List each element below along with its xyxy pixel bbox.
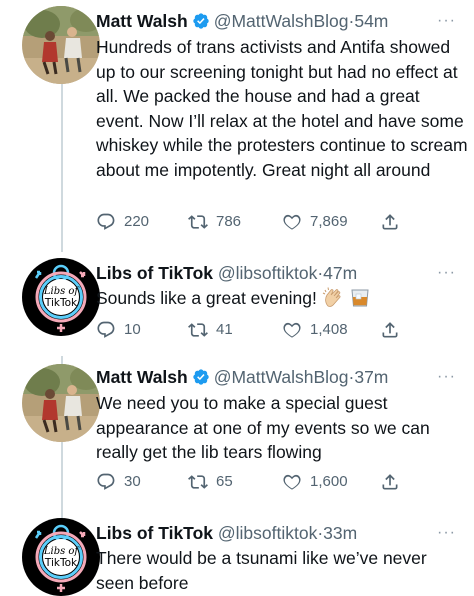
avatar-matt-walsh[interactable] <box>22 6 100 84</box>
timestamp[interactable]: 54m <box>354 11 388 31</box>
retweet-icon <box>188 323 208 337</box>
heart-icon <box>283 474 301 490</box>
author-name[interactable]: Matt Walsh <box>96 11 188 31</box>
avatar-logo-text: Libs of <box>43 286 81 297</box>
share-button[interactable] <box>380 318 400 342</box>
tweet-text: There would be a tsunami like we’ve neve… <box>96 548 427 593</box>
verified-badge-icon <box>193 369 209 385</box>
timestamp[interactable]: 37m <box>354 367 388 387</box>
tweet-header: Libs of TikTok @libsoftiktok·33m ··· <box>96 520 464 546</box>
tweet-actions: 30 65 1,600 <box>96 470 398 494</box>
tweet-actions: 220 786 7,869 <box>96 210 398 234</box>
like-button[interactable]: 7,869 <box>282 210 348 234</box>
more-options-icon[interactable]: ··· <box>437 520 456 546</box>
whiskey-glass-emoji <box>351 289 369 307</box>
reply-icon <box>97 321 115 338</box>
retweet-button[interactable]: 41 <box>188 318 233 342</box>
avatar-logo-text: Libs of <box>43 546 81 557</box>
retweet-button[interactable]: 786 <box>188 210 241 234</box>
author-handle[interactable]: @libsoftiktok <box>218 523 317 543</box>
tweet[interactable]: Libs of TikTok Libs of TikTok @libsoftik… <box>0 512 474 596</box>
tweet-actions: 10 41 1,408 <box>96 318 398 342</box>
retweet-icon <box>188 215 208 229</box>
tweet[interactable]: Matt Walsh @MattWalshBlog·54m ··· Hundred… <box>0 0 474 250</box>
matt-walsh-avatar-image <box>22 364 100 442</box>
avatar-logo-text: TikTok <box>44 557 78 569</box>
tweet-header: Libs of TikTok @libsoftiktok·47m ··· <box>96 260 464 286</box>
author-name[interactable]: Libs of TikTok <box>96 523 213 543</box>
retweet-button[interactable]: 65 <box>188 470 233 494</box>
like-button[interactable]: 1,600 <box>282 470 348 494</box>
more-options-icon[interactable]: ··· <box>437 364 456 390</box>
retweet-count: 786 <box>216 213 242 230</box>
reply-icon <box>97 213 115 230</box>
reply-icon <box>97 473 115 490</box>
more-options-icon[interactable]: ··· <box>437 260 456 286</box>
tweet-text-container: Sounds like a great evening! <box>96 286 468 311</box>
reply-count: 10 <box>124 321 141 338</box>
share-icon <box>382 214 398 230</box>
tweet-text: Hundreds of trans activists and Antifa s… <box>96 37 468 180</box>
timestamp[interactable]: 33m <box>323 523 357 543</box>
reply-count: 220 <box>124 213 150 230</box>
reply-count: 30 <box>124 473 141 490</box>
author-name[interactable]: Libs of TikTok <box>96 263 213 283</box>
reply-button[interactable]: 10 <box>96 318 141 342</box>
libs-of-tiktok-avatar-image: Libs of TikTok <box>22 258 100 336</box>
tweet[interactable]: Libs of TikTok Libs of TikTok @libsoftik… <box>0 252 474 360</box>
verified-badge-icon <box>193 13 209 29</box>
share-icon <box>382 474 398 490</box>
reply-button[interactable]: 220 <box>96 210 149 234</box>
retweet-icon <box>188 475 208 489</box>
heart-icon <box>283 322 301 338</box>
author-handle[interactable]: @MattWalshBlog <box>214 367 349 387</box>
share-button[interactable] <box>380 210 400 234</box>
author-name[interactable]: Matt Walsh <box>96 367 188 387</box>
timestamp[interactable]: 47m <box>323 263 357 283</box>
share-icon <box>382 322 398 338</box>
tweet-text: We need you to make a special guest appe… <box>96 393 430 462</box>
more-options-icon[interactable]: ··· <box>437 8 456 34</box>
avatar-logo-text: TikTok <box>44 297 78 309</box>
author-handle[interactable]: @libsoftiktok <box>218 263 317 283</box>
retweet-count: 65 <box>216 473 233 490</box>
heart-icon <box>283 214 301 230</box>
author-handle[interactable]: @MattWalshBlog <box>214 11 349 31</box>
avatar-matt-walsh[interactable] <box>22 364 100 442</box>
matt-walsh-avatar-image <box>22 6 100 84</box>
share-button[interactable] <box>380 470 400 494</box>
tweet-text: Sounds like a great evening! <box>96 288 317 308</box>
avatar-libs-of-tiktok[interactable]: Libs of TikTok <box>22 258 100 336</box>
reply-button[interactable]: 30 <box>96 470 141 494</box>
tweet[interactable]: Matt Walsh @MattWalshBlog·37m ··· We need… <box>0 362 474 510</box>
like-button[interactable]: 1,408 <box>282 318 348 342</box>
tweet-header: Matt Walsh @MattWalshBlog·37m ··· <box>96 364 464 390</box>
retweet-count: 41 <box>216 321 233 338</box>
libs-of-tiktok-avatar-image: Libs of TikTok <box>22 518 100 596</box>
like-count: 7,869 <box>310 213 348 230</box>
avatar-libs-of-tiktok[interactable]: Libs of TikTok <box>22 518 100 596</box>
tweet-header: Matt Walsh @MattWalshBlog·54m ··· <box>96 8 464 34</box>
like-count: 1,408 <box>310 321 348 338</box>
clapping-hands-emoji <box>322 287 341 307</box>
like-count: 1,600 <box>310 473 348 490</box>
